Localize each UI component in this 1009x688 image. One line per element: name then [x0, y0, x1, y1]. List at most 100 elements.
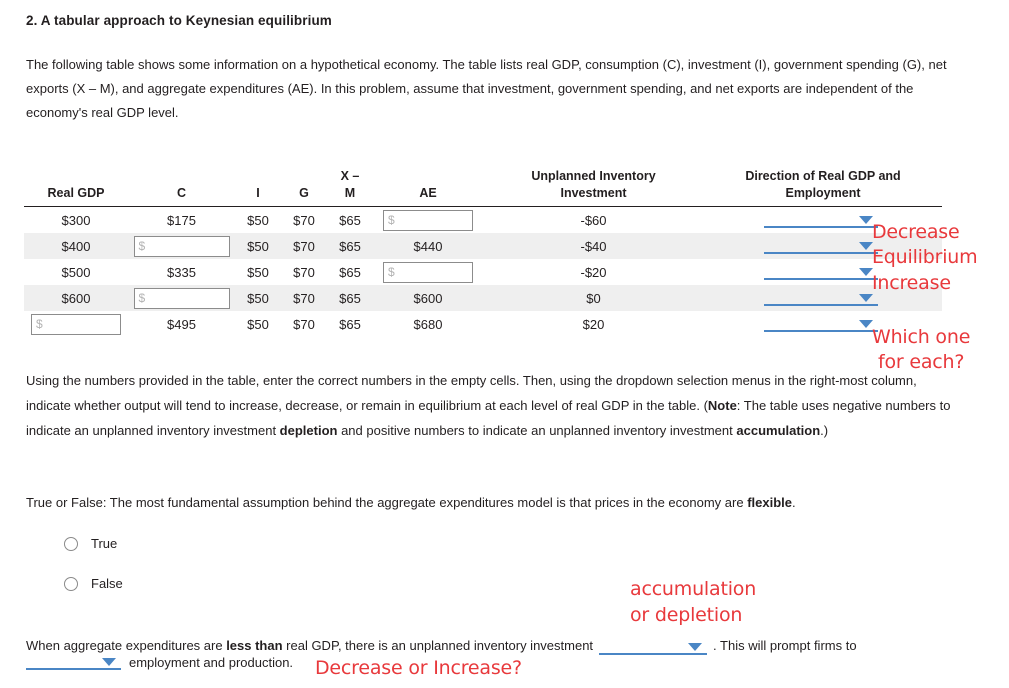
cell-c: $: [128, 233, 235, 259]
ui-value: $0: [586, 290, 601, 306]
direction-dropdown-row4[interactable]: [764, 288, 878, 308]
c-input-row4[interactable]: $: [133, 287, 230, 309]
annotation-decrease: Decrease: [872, 221, 960, 243]
ae-value: $680: [413, 316, 443, 332]
radio-option-true[interactable]: True: [64, 536, 117, 551]
inventory-investment-dropdown[interactable]: [599, 637, 708, 657]
tf-text-a: True or False: The most fundamental assu…: [26, 495, 748, 510]
cell-g: $70: [281, 285, 327, 311]
cell-i: $50: [235, 207, 281, 234]
g-value: $70: [293, 264, 315, 280]
annotation-equilibrium: Equilibrium: [872, 246, 978, 268]
cell-c: $495: [128, 311, 235, 337]
xm-value: $65: [339, 212, 361, 228]
header-xm-line2: M: [344, 186, 356, 200]
direction-dropdown-row2[interactable]: [764, 236, 878, 256]
header-g: G: [281, 168, 327, 207]
cell-c: $175: [128, 207, 235, 234]
g-value: $70: [293, 290, 315, 306]
table-row: $ $495 $50 $70 $65 $680 $20: [24, 311, 942, 337]
keynesian-table-wrap: Real GDP C I G X – M AE Unplanned Invent…: [24, 168, 942, 337]
instructions-accumulation-bold: accumulation: [736, 423, 821, 438]
chevron-down-icon: [859, 216, 873, 224]
ae-value: $440: [413, 238, 443, 254]
header-i: I: [235, 168, 281, 207]
radio-button-false-icon[interactable]: [64, 576, 78, 591]
cell-real-gdp: $: [24, 311, 128, 337]
cell-g: $70: [281, 233, 327, 259]
dropdown-underline: [764, 252, 878, 254]
ui-value: -$40: [580, 238, 607, 254]
c-value: $495: [167, 316, 196, 332]
cell-xm: $65: [327, 311, 373, 337]
cell-ae: $: [373, 207, 483, 234]
table-row: $400 $ $50 $70 $65 $440 -$40: [24, 233, 942, 259]
radio-option-false[interactable]: False: [64, 576, 123, 591]
cell-ae: $: [373, 259, 483, 285]
i-value: $50: [247, 212, 269, 228]
final-text-b: real GDP, there is an unplanned inventor…: [282, 638, 594, 653]
xm-value: $65: [339, 290, 361, 306]
chevron-down-icon: [859, 320, 873, 328]
chevron-down-icon: [859, 268, 873, 276]
cell-unplanned-inventory: $0: [483, 285, 704, 311]
header-g-label: G: [299, 186, 309, 200]
cell-ae: $680: [373, 311, 483, 337]
dropdown-underline: [26, 668, 121, 670]
ae-input-row3[interactable]: $: [383, 261, 473, 283]
employment-direction-dropdown[interactable]: [26, 652, 121, 672]
radio-label-false: False: [91, 576, 123, 591]
cell-unplanned-inventory: -$60: [483, 207, 704, 234]
header-ae: AE: [373, 168, 483, 207]
i-value: $50: [247, 238, 269, 254]
real-gdp-input-row5[interactable]: $: [31, 313, 121, 335]
dropdown-underline: [764, 278, 878, 280]
header-real-gdp: Real GDP: [24, 168, 128, 207]
cell-real-gdp: $300: [24, 207, 128, 234]
i-value: $50: [247, 264, 269, 280]
final-text-c: . This will prompt firms to: [713, 638, 857, 653]
instructions-depletion-bold: depletion: [279, 423, 338, 438]
cell-c: $335: [128, 259, 235, 285]
header-i-label: I: [256, 186, 260, 200]
cell-ae: $440: [373, 233, 483, 259]
ui-value: -$60: [580, 212, 607, 228]
annotation-accumulation: accumulation: [630, 578, 757, 600]
keynesian-table: Real GDP C I G X – M AE Unplanned Invent…: [24, 168, 942, 337]
instructions-note-bold: Note: [707, 398, 737, 413]
cell-c: $: [128, 285, 235, 311]
direction-dropdown-row3[interactable]: [764, 262, 878, 282]
header-unplanned-inventory: Unplanned Inventory Investment: [483, 168, 704, 207]
dropdown-underline: [764, 330, 878, 332]
real-gdp-value: $500: [61, 264, 91, 280]
direction-dropdown-row1[interactable]: [764, 210, 878, 230]
tf-text-b: .: [791, 495, 796, 510]
direction-dropdown-row5[interactable]: [764, 314, 878, 334]
cell-xm: $65: [327, 233, 373, 259]
cell-unplanned-inventory: -$40: [483, 233, 704, 259]
ui-value: -$20: [580, 264, 607, 280]
header-dir-line1: Direction of Real GDP and: [745, 169, 901, 183]
cell-i: $50: [235, 233, 281, 259]
c-input-row2[interactable]: $: [133, 235, 230, 257]
header-xm-line1: X –: [340, 169, 360, 183]
annotation-increase: Increase: [872, 272, 951, 294]
radio-button-true-icon[interactable]: [64, 536, 78, 551]
c-value: $335: [167, 264, 196, 280]
final-less-than-bold: less than: [226, 638, 283, 653]
chevron-down-icon: [102, 658, 116, 666]
cell-real-gdp: $600: [24, 285, 128, 311]
xm-value: $65: [339, 238, 361, 254]
ae-input-row1[interactable]: $: [383, 209, 473, 231]
g-value: $70: [293, 238, 315, 254]
header-c-label: C: [176, 186, 187, 200]
cell-xm: $65: [327, 259, 373, 285]
final-text-d: employment and production.: [129, 654, 294, 670]
header-dir-line2: Employment: [785, 186, 861, 200]
chevron-down-icon: [859, 294, 873, 302]
annotation-which-one-line1: Which one: [872, 326, 971, 348]
i-value: $50: [247, 290, 269, 306]
tf-flexible-bold: flexible: [747, 495, 792, 510]
g-value: $70: [293, 316, 315, 332]
header-real-gdp-label: Real GDP: [47, 186, 105, 200]
